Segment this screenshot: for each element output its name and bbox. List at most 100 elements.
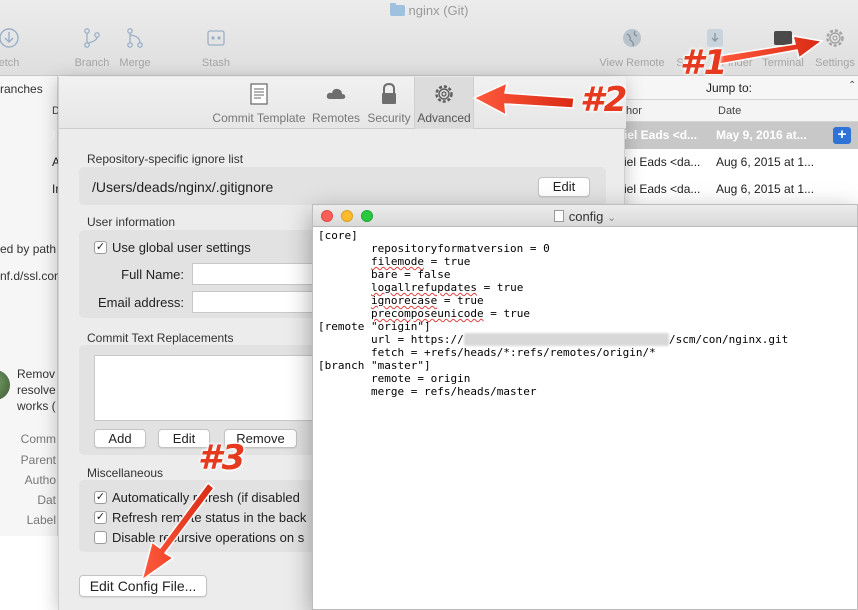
commit-summary-line: Remov xyxy=(17,367,56,381)
config-line: filemode = true xyxy=(318,255,853,268)
redacted-host: xxxxxxxxxxxxxxxxxxxxxxxxxxxxxxx xyxy=(463,333,670,346)
replacements-section-title: Commit Text Replacements xyxy=(87,331,234,345)
config-line: precomposeunicode = true xyxy=(318,307,853,320)
config-value: = true xyxy=(476,281,524,294)
sidebar-path-item[interactable]: nf.d/ssl.con xyxy=(0,269,61,283)
finder-icon xyxy=(725,27,749,51)
config-line: merge = refs/heads/master xyxy=(318,385,537,398)
misc-section-title: Miscellaneous xyxy=(87,466,164,480)
annotation-label-2: #2 xyxy=(580,80,628,120)
disable-recursive-label: Disable recursive operations on s xyxy=(112,530,305,545)
config-window-title[interactable]: config ⌄ xyxy=(313,209,857,224)
updown-chevron-icon[interactable]: ⌃ xyxy=(848,80,856,91)
row-author: iel Eads <d... xyxy=(624,128,698,142)
config-titlebar[interactable]: config ⌄ xyxy=(313,205,857,227)
tab-remotes[interactable]: Remotes xyxy=(309,77,363,129)
tab-security[interactable]: Security xyxy=(363,77,415,129)
config-text-area[interactable]: [core] repositoryformatversion = 0 filem… xyxy=(318,229,853,398)
detail-label-commit: Comm xyxy=(20,432,56,446)
ignore-list-group: /Users/deads/nginx/.gitignore Edit xyxy=(79,167,606,205)
row-date: Aug 6, 2015 at 1... xyxy=(716,182,815,196)
fetch-button[interactable]: etch xyxy=(0,27,24,69)
email-label: Email address: xyxy=(98,295,184,310)
commit-summary-line: resolve xyxy=(17,383,56,397)
stash-label: Stash xyxy=(201,57,231,69)
column-header-date[interactable]: Date xyxy=(718,105,741,117)
commit-summary-line: works ( xyxy=(17,399,56,413)
tab-advanced[interactable]: Advanced xyxy=(414,77,474,129)
jump-to-label: Jump to: xyxy=(706,81,753,95)
config-line: ignorecase = true xyxy=(318,294,853,307)
config-line: logallrefupdates = true xyxy=(318,281,853,294)
row-date: Aug 6, 2015 at 1... xyxy=(716,155,815,169)
window-title-text: nginx (Git) xyxy=(408,3,469,18)
use-global-settings-label: Use global user settings xyxy=(112,240,251,255)
detail-label-author: Autho xyxy=(24,473,56,487)
config-line: remote = origin xyxy=(318,372,471,385)
add-button[interactable]: + xyxy=(833,127,851,144)
merge-icon xyxy=(123,27,147,51)
branch-button[interactable]: Branch xyxy=(72,27,112,69)
row-marker: I xyxy=(52,128,56,142)
config-line: [branch "master"] xyxy=(318,359,431,372)
use-global-settings-checkbox[interactable]: ✓ xyxy=(94,241,107,254)
add-replacement-button[interactable]: Add xyxy=(94,429,146,448)
document-icon xyxy=(553,210,564,222)
tab-security-label: Security xyxy=(367,111,411,125)
commit-detail: Remov resolve works ( Comm Parent Autho … xyxy=(0,360,58,540)
disable-recursive-checkbox[interactable] xyxy=(94,531,107,544)
column-header-author[interactable]: hor xyxy=(626,105,642,117)
view-remote-button[interactable]: View Remote xyxy=(597,27,667,69)
fetch-icon xyxy=(0,27,21,51)
branch-label: Branch xyxy=(74,57,110,69)
annotation-label-1: #1 xyxy=(680,43,728,83)
config-title-text: config xyxy=(568,209,604,224)
lock-icon xyxy=(377,82,401,107)
config-key-misspelled: ignorecase xyxy=(370,294,438,307)
refresh-remote-status-checkbox[interactable]: ✓ xyxy=(94,511,107,524)
ignore-file-path: /Users/deads/nginx/.gitignore xyxy=(92,179,274,195)
auto-refresh-checkbox[interactable]: ✓ xyxy=(94,491,107,504)
config-editor-window: config ⌄ [core] repositoryformatversion … xyxy=(312,204,858,610)
jump-to-bar[interactable]: Jump to: ⌃ xyxy=(624,76,858,100)
terminal-icon xyxy=(771,27,795,51)
avatar xyxy=(0,370,10,400)
ignore-list-section-title: Repository-specific ignore list xyxy=(87,152,244,166)
merge-button[interactable]: Merge xyxy=(116,27,154,69)
chevron-down-icon[interactable]: ⌄ xyxy=(607,212,616,224)
branch-icon xyxy=(80,27,104,51)
settings-label: Settings xyxy=(815,57,855,69)
row-author: iel Eads <da... xyxy=(624,182,701,196)
tab-remotes-label: Remotes xyxy=(311,111,361,125)
edit-ignore-button[interactable]: Edit xyxy=(538,177,590,197)
view-remote-label: View Remote xyxy=(599,57,665,69)
stash-icon xyxy=(204,27,228,51)
config-key-misspelled: filemode xyxy=(370,255,424,268)
sidebar-branches-header[interactable]: ranches xyxy=(0,82,43,96)
globe-icon xyxy=(620,27,644,51)
config-line: repositoryformatversion = 0 xyxy=(318,242,550,255)
tab-commit-template-label: Commit Template xyxy=(212,111,306,125)
refresh-remote-status-label: Refresh remote status in the back xyxy=(112,510,307,525)
edit-config-file-button[interactable]: Edit Config File... xyxy=(79,575,207,597)
fetch-label: etch xyxy=(0,57,20,69)
sidebar-sort-by-path[interactable]: ed by path xyxy=(0,242,56,256)
user-info-section-title: User information xyxy=(87,215,176,229)
detail-label-date: Dat xyxy=(37,493,56,507)
merge-label: Merge xyxy=(119,57,151,69)
config-value: = true xyxy=(423,255,471,268)
config-key-misspelled: precomposeunicode xyxy=(370,307,484,320)
config-value: = true xyxy=(483,307,530,320)
url-prefix: url = https:// xyxy=(318,333,464,346)
stash-button[interactable]: Stash xyxy=(198,27,234,69)
config-line: bare = false xyxy=(318,268,451,281)
config-key-misspelled: logallrefupdates xyxy=(370,281,477,294)
tab-commit-template[interactable]: Commit Template xyxy=(209,77,309,129)
terminal-button[interactable]: Terminal xyxy=(760,27,806,69)
main-toolbar: nginx (Git) etch Branch Merge Stash View… xyxy=(0,0,858,76)
annotation-label-3: #3 xyxy=(198,438,246,478)
url-path: /scm/con/nginx.git xyxy=(669,333,789,346)
settings-button[interactable]: Settings xyxy=(812,27,858,69)
